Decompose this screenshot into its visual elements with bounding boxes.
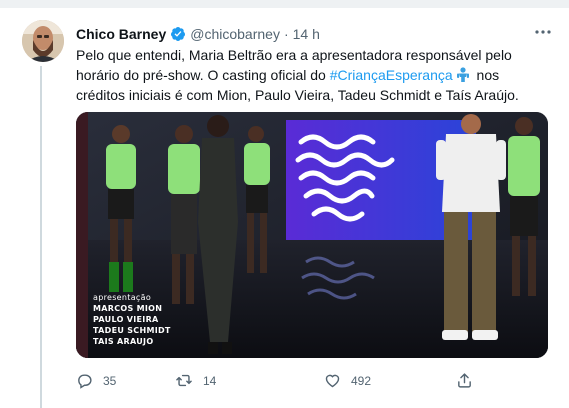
like-button[interactable]: 492 [324,372,371,389]
like-count: 492 [351,373,372,388]
tweet-header: Chico Barney @chicobarney · 14 h [76,24,320,44]
hashtag-link[interactable]: #CriançaEsperança [330,67,453,83]
tweet-text: Pelo que entendi, Maria Beltrão era a ap… [76,45,546,105]
credits-name: PAULO VIEIRA [93,315,159,324]
author-name[interactable]: Chico Barney [76,26,166,42]
avatar[interactable] [22,20,64,62]
author-handle[interactable]: @chicobarney [190,26,280,42]
credits-name: MARCOS MION [93,304,163,313]
heart-icon [325,374,340,388]
video-credits-overlay: apresentação MARCOS MION PAULO VIEIRA TA… [93,292,171,347]
tweet-actions: 35 14 492 [76,372,496,392]
reply-count: 35 [103,373,117,388]
credits-label: apresentação [93,293,152,302]
share-button[interactable] [456,372,473,389]
retweet-button[interactable]: 14 [175,372,216,389]
tweet-timestamp[interactable]: 14 h [293,26,320,42]
top-divider [0,0,569,8]
credits-name: TADEU SCHMIDT [93,326,171,335]
more-options-icon[interactable] [532,22,554,42]
share-icon [458,373,471,388]
thread-line [40,66,42,408]
child-emoji-icon [456,67,470,82]
reply-button[interactable]: 35 [76,372,116,389]
credits-name: TAIS ARAUJO [93,337,154,346]
verified-badge-icon [170,26,186,42]
avatar-image [22,20,64,62]
reply-icon [78,374,92,389]
tweet-media-video[interactable]: apresentação MARCOS MION PAULO VIEIRA TA… [76,112,548,358]
header-separator: · [283,26,289,42]
tweet-card[interactable]: Chico Barney @chicobarney · 14 h Pelo qu… [0,0,569,408]
retweet-icon [176,374,192,387]
retweet-count: 14 [203,373,217,388]
